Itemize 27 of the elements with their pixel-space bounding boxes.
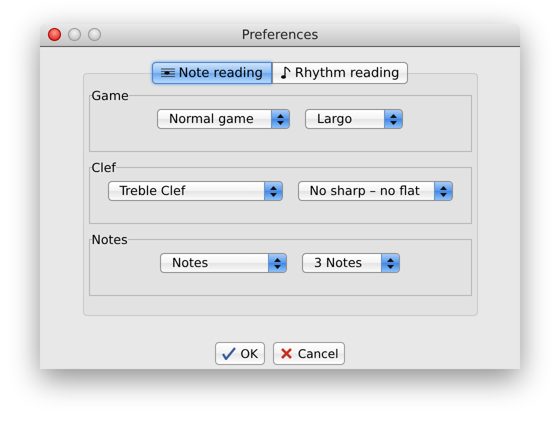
music-note-icon bbox=[280, 66, 291, 80]
popup-menu[interactable]: Treble Clef bbox=[108, 181, 282, 201]
popup-menu[interactable]: Notes bbox=[160, 253, 287, 273]
group-title: Game bbox=[92, 88, 129, 103]
close-button[interactable] bbox=[48, 28, 61, 41]
group-title: Notes bbox=[92, 232, 128, 247]
up-down-arrows-icon bbox=[387, 258, 394, 268]
popup-menu[interactable]: Largo bbox=[305, 109, 403, 129]
up-down-arrows-icon bbox=[270, 186, 276, 196]
staff-icon bbox=[160, 68, 175, 78]
zoom-button[interactable] bbox=[88, 28, 101, 41]
up-down-arrows-icon bbox=[440, 186, 446, 196]
checkmark-icon bbox=[222, 347, 236, 360]
ok-button[interactable]: OK bbox=[214, 342, 265, 365]
tab[interactable]: Rhythm reading bbox=[272, 62, 408, 84]
up-down-arrows-icon bbox=[390, 114, 397, 124]
popup-menu[interactable]: No sharp – no flat bbox=[298, 181, 452, 201]
group-title: Clef bbox=[92, 160, 116, 175]
tab[interactable]: Note reading bbox=[152, 62, 272, 84]
window-title: Preferences bbox=[242, 28, 318, 42]
cancel-button[interactable]: Cancel bbox=[272, 342, 346, 365]
up-down-arrows-icon bbox=[277, 114, 284, 124]
cross-icon bbox=[280, 347, 293, 360]
popup-menu[interactable]: 3 Notes bbox=[302, 253, 400, 273]
minimize-button[interactable] bbox=[68, 28, 81, 41]
popup-menu[interactable]: Normal game bbox=[157, 109, 290, 129]
up-down-arrows-icon bbox=[274, 258, 281, 268]
